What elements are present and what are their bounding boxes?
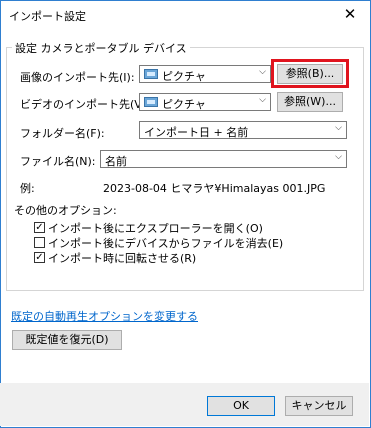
rotate-on-import-label[interactable]: インポート時に回転させる(R) [48,250,196,266]
video-import-combo[interactable]: ピクチャ ⌵ [139,93,271,111]
file-name-combo[interactable]: 名前 ⌵ [100,150,347,168]
image-import-value: ピクチャ [162,70,206,83]
chevron-down-icon: ⌵ [259,67,266,77]
checkmark-icon: ✓ [35,252,44,263]
pictures-folder-icon [144,69,158,79]
folder-name-label: フォルダー名(F): [20,127,105,140]
chevron-down-icon: ⌵ [259,95,266,105]
window-title: インポート設定 [9,10,86,23]
ok-button[interactable]: OK [207,396,275,416]
file-name-value: 名前 [105,155,127,168]
title-bar: インポート設定 ✕ [1,1,370,29]
open-explorer-checkbox[interactable]: ✓ [34,222,45,233]
video-browse-button[interactable]: 参照(W)... [277,92,343,112]
chevron-down-icon: ⌵ [335,152,342,162]
image-import-combo[interactable]: ピクチャ ⌵ [139,65,271,83]
video-import-label: ビデオのインポート先(V): [20,98,150,111]
file-name-label: ファイル名(N): [20,155,96,168]
change-autoplay-link[interactable]: 既定の自動再生オプションを変更する [11,308,198,324]
cancel-button[interactable]: キャンセル [285,396,353,416]
folder-name-value: インポート日 + 名前 [144,126,249,139]
folder-name-combo[interactable]: インポート日 + 名前 ⌵ [139,121,347,139]
pictures-folder-icon [144,97,158,107]
rotate-on-import-checkbox[interactable]: ✓ [34,252,45,263]
checkmark-icon: ✓ [35,222,44,233]
highlight-box [271,59,349,88]
close-icon[interactable]: ✕ [336,3,364,25]
example-label: 例: [20,182,35,195]
video-import-value: ピクチャ [162,98,206,111]
settings-group-legend: 設定 カメラとポータブル デバイス [12,40,190,56]
restore-defaults-button[interactable]: 既定値を復元(D) [12,330,122,350]
erase-after-import-checkbox[interactable] [34,237,45,248]
other-options-label: その他のオプション: [14,204,117,217]
erase-after-import-label[interactable]: インポート後にデバイスからファイルを消去(E) [48,235,283,251]
image-import-label: 画像のインポート先(I): [20,71,135,84]
example-value: 2023-08-04 ヒマラヤ¥Himalayas 001.JPG [103,182,326,195]
open-explorer-label[interactable]: インポート後にエクスプローラーを開く(O) [48,220,263,236]
chevron-down-icon: ⌵ [335,123,342,133]
